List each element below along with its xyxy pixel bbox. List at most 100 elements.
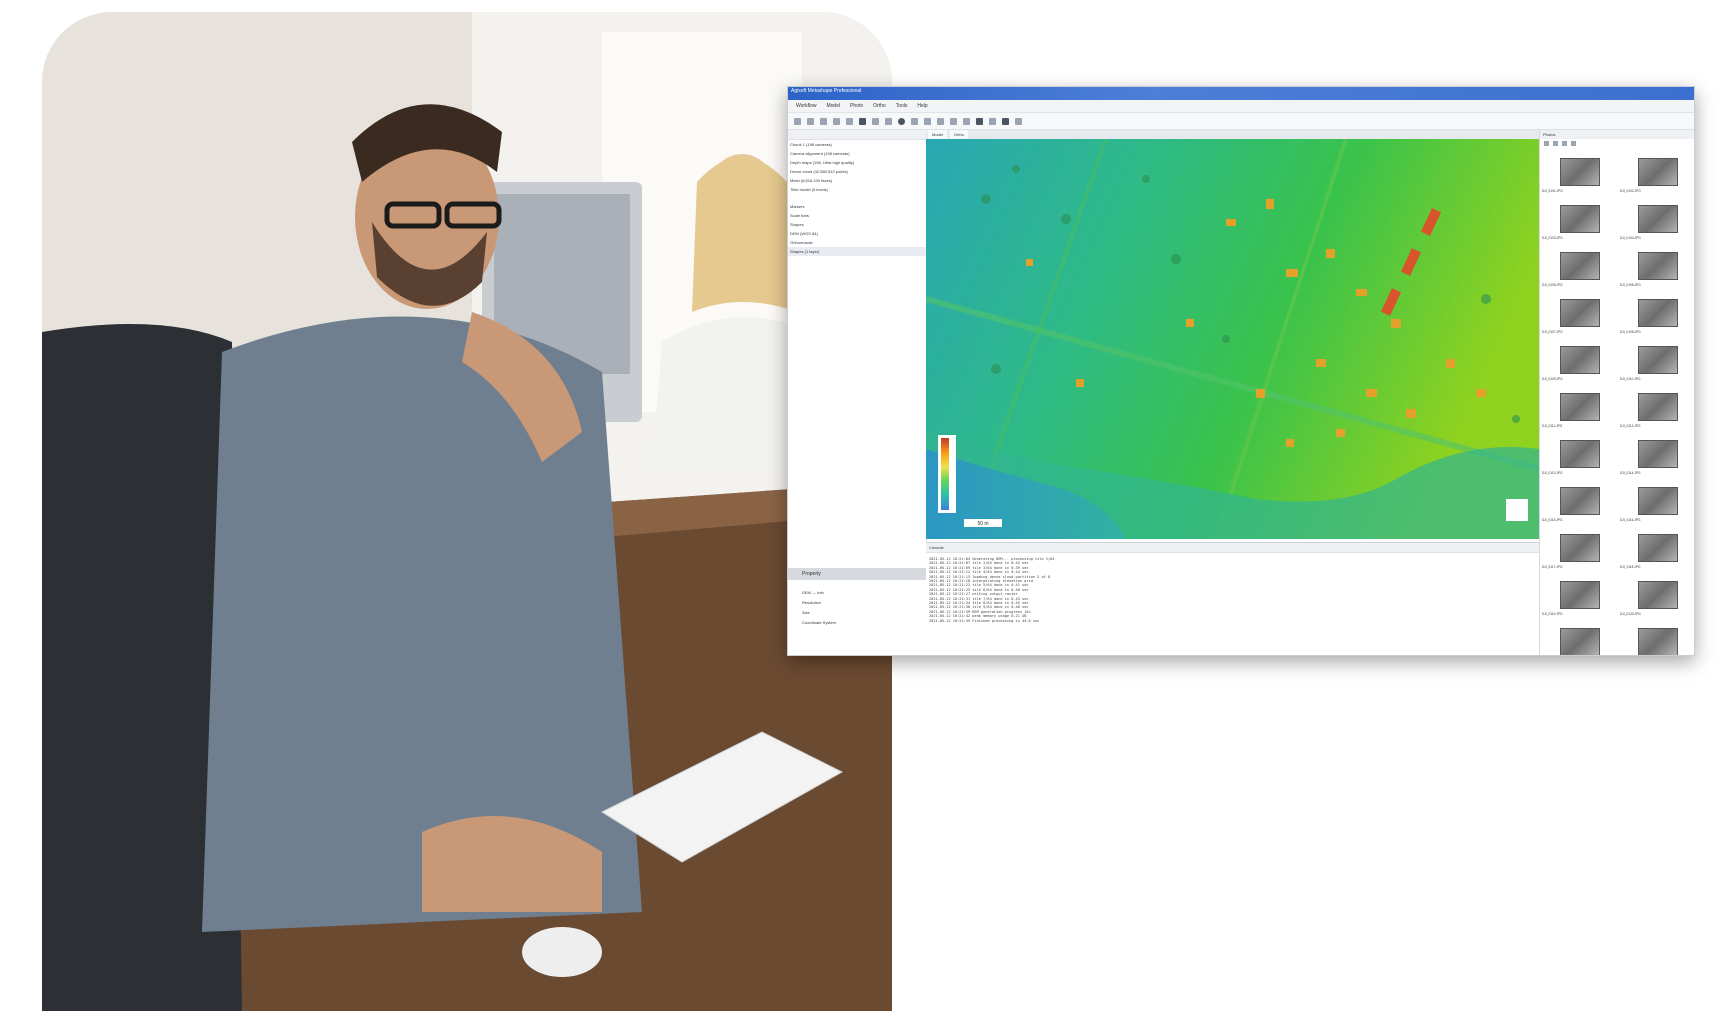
thumbnail-image: [1560, 346, 1600, 374]
photo-thumbnail[interactable]: DJI_0117.JPG: [1540, 528, 1615, 578]
thumbnails-icon[interactable]: [1571, 141, 1576, 146]
thumbnail-image: [1638, 440, 1678, 468]
photo-thumbnail[interactable]: DJI_0115.JPG: [1540, 481, 1615, 531]
thumbnail-label: DJI_0118.JPG: [1620, 565, 1641, 569]
photo-thumbnail[interactable]: DJI_0112.JPG: [1618, 387, 1693, 437]
menu-bar: Workflow Model Photo Ortho Tools Help: [788, 100, 1694, 113]
tree-item[interactable]: Camera alignment (198 cameras): [788, 149, 926, 158]
photo-thumbnail[interactable]: DJI_0120.JPG: [1618, 575, 1693, 625]
menu-model[interactable]: Model: [826, 103, 840, 109]
photo-thumbnail[interactable]: DJI_0108.JPG: [1618, 293, 1693, 343]
photo-thumbnail[interactable]: DJI_0102.JPG: [1618, 152, 1693, 202]
thumbnail-label: DJI_0115.JPG: [1542, 518, 1563, 522]
photogrammetry-app-window: Agisoft Metashape Professional Workflow …: [787, 86, 1695, 656]
export-icon[interactable]: [1015, 117, 1022, 125]
remove-icon[interactable]: [1544, 141, 1549, 146]
thumbnail-label: DJI_0105.JPG: [1542, 283, 1563, 287]
photo-thumbnail[interactable]: DJI_0105.JPG: [1540, 246, 1615, 296]
tree-item[interactable]: Orthomosaic: [788, 238, 926, 247]
thumbnail-label: DJI_0114.JPG: [1620, 471, 1641, 475]
thumbnail-label: DJI_0119.JPG: [1542, 612, 1563, 616]
thumbnail-image: [1638, 158, 1678, 186]
photo-thumbnail[interactable]: DJI_0104.JPG: [1618, 199, 1693, 249]
tree-item[interactable]: Markers: [788, 202, 926, 211]
photo-thumbnail[interactable]: DJI_0116.JPG: [1618, 481, 1693, 531]
select-icon[interactable]: [820, 117, 827, 125]
photo-thumbnail[interactable]: DJI_0119.JPG: [1540, 575, 1615, 625]
thumbnail-image: [1560, 534, 1600, 562]
menu-help[interactable]: Help: [917, 103, 927, 109]
thumbnail-label: DJI_0112.JPG: [1620, 424, 1641, 428]
photos-panel: Photos DJI_0101.JPG DJI_0102.JPG DJI_0103.…: [1539, 130, 1694, 655]
thumbnail-label: DJI_0113.JPG: [1542, 471, 1563, 475]
menu-workflow[interactable]: Workflow: [796, 103, 816, 109]
thumbnail-image: [1560, 487, 1600, 515]
thumbnail-label: DJI_0102.JPG: [1620, 189, 1641, 193]
move-icon[interactable]: [963, 117, 970, 125]
thumbnail-image: [1638, 393, 1678, 421]
undo-icon[interactable]: [794, 117, 801, 125]
photo-thumbnail[interactable]: DJI_0106.JPG: [1618, 246, 1693, 296]
properties-body: DEM — Info Resolution Size Coordinate Sy…: [788, 588, 926, 628]
orientation-widget[interactable]: [1506, 499, 1528, 521]
thumbnail-image: [1638, 346, 1678, 374]
thumbnail-label: DJI_0108.JPG: [1620, 330, 1641, 334]
photo-thumbnail[interactable]: DJI_0121.JPG: [1540, 622, 1615, 655]
menu-photo[interactable]: Photo: [850, 103, 863, 109]
heart-icon[interactable]: [1002, 117, 1009, 125]
zoom-out-icon[interactable]: [950, 117, 957, 125]
thumbnail-label: DJI_0106.JPG: [1620, 283, 1641, 287]
tree-item[interactable]: DEM (WGS 84): [788, 229, 926, 238]
photo-thumbnail[interactable]: DJI_0111.JPG: [1540, 387, 1615, 437]
photo-thumbnail[interactable]: DJI_0122.JPG: [1618, 622, 1693, 655]
photo-thumbnail[interactable]: DJI_0109.JPG: [1540, 340, 1615, 390]
redo-icon[interactable]: [807, 117, 814, 125]
photo-thumbnail[interactable]: DJI_0101.JPG: [1540, 152, 1615, 202]
scale-bar: 50 m: [964, 519, 1002, 527]
thumbnail-image: [1638, 252, 1678, 280]
thumbnail-image: [1560, 299, 1600, 327]
photo-thumbnail[interactable]: DJI_0110.JPG: [1618, 340, 1693, 390]
property-row: DEM — Info: [802, 590, 824, 595]
rectangle-select-icon[interactable]: [833, 117, 840, 125]
tree-item[interactable]: Chunk 1 (198 cameras): [788, 140, 926, 149]
thumbnail-label: DJI_0117.JPG: [1542, 565, 1563, 569]
thumbnail-image: [1560, 581, 1600, 609]
thumbnail-label: DJI_0104.JPG: [1620, 236, 1641, 240]
main-toolbar: [788, 113, 1694, 130]
sphere-icon[interactable]: [898, 117, 905, 125]
photo-thumbnail[interactable]: DJI_0118.JPG: [1618, 528, 1693, 578]
zoom-in-icon[interactable]: [937, 117, 944, 125]
tree-item[interactable]: Tiled model (5 levels): [788, 185, 926, 194]
points-icon[interactable]: [924, 117, 931, 125]
tab-model[interactable]: Model: [928, 130, 947, 139]
photo-thumbnail[interactable]: DJI_0114.JPG: [1618, 434, 1693, 484]
tree-item[interactable]: Dense cloud (42,580,512 points): [788, 167, 926, 176]
tree-item-selected[interactable]: Shapes (1 layer): [788, 247, 926, 256]
draw-polyline-icon[interactable]: [859, 117, 866, 125]
dem-map-view[interactable]: 50 m: [925, 138, 1540, 540]
crop-icon[interactable]: [885, 117, 892, 125]
camera-icon[interactable]: [976, 117, 983, 125]
tree-item[interactable]: Shapes: [788, 220, 926, 229]
tab-ortho[interactable]: Ortho: [949, 130, 968, 139]
menu-tools[interactable]: Tools: [896, 103, 908, 109]
menu-ortho[interactable]: Ortho: [873, 103, 886, 109]
shaded-icon[interactable]: [911, 117, 918, 125]
workspace-tab[interactable]: [788, 130, 926, 140]
photo-thumbnail[interactable]: DJI_0103.JPG: [1540, 199, 1615, 249]
thumbnail-image: [1638, 487, 1678, 515]
tree-item[interactable]: Mesh (8,516,100 faces): [788, 176, 926, 185]
details-icon[interactable]: [1562, 141, 1567, 146]
tree-item[interactable]: Scale bars: [788, 211, 926, 220]
dem-raster: 50 m: [925, 138, 1540, 540]
photo-thumbnail[interactable]: DJI_0107.JPG: [1540, 293, 1615, 343]
grid-icon[interactable]: [989, 117, 996, 125]
tree-item[interactable]: Depth maps (198, Ultra high quality): [788, 158, 926, 167]
thumbnail-image: [1560, 205, 1600, 233]
navigation-icon[interactable]: [846, 117, 853, 125]
rotate-icon[interactable]: [1553, 141, 1558, 146]
photo-thumbnail[interactable]: DJI_0113.JPG: [1540, 434, 1615, 484]
thumbnail-image: [1638, 581, 1678, 609]
ruler-icon[interactable]: [872, 117, 879, 125]
